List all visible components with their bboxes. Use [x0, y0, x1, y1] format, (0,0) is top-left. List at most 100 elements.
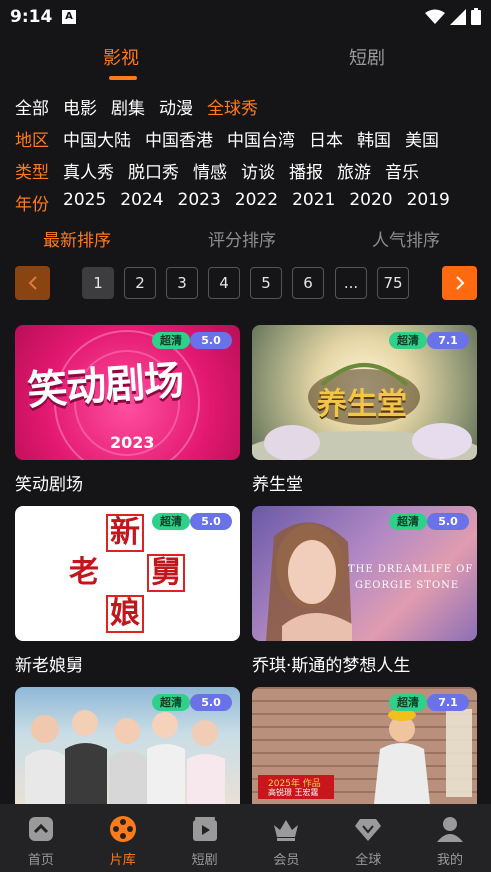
- filter-region-row: 地区 中国大陆 中国香港 中国台湾 日本 韩国 美国: [0, 126, 451, 156]
- user-icon: [437, 817, 464, 842]
- filter-category-all[interactable]: 全部: [15, 94, 49, 120]
- content-card[interactable]: 笑动剧场 2023 超清 5.0 笑动剧场: [15, 325, 240, 495]
- filter-region-option[interactable]: 日本: [309, 126, 343, 152]
- filter-year-row: 年份 2025 2024 2023 2022 2021 2020 2019: [0, 190, 451, 220]
- content-card[interactable]: 新 老 舅 娘 超清 5.0 新老娘舅: [15, 506, 240, 676]
- card-thumbnail[interactable]: 2025年 作品 高锐璟 王宏霆 超清 7.1: [252, 687, 477, 804]
- filter-year-option[interactable]: 2022: [235, 190, 278, 216]
- page-button-last[interactable]: 75: [377, 267, 409, 299]
- page-button[interactable]: 1: [82, 267, 114, 299]
- poster-char-2: 老: [69, 555, 99, 590]
- signal-icon: [450, 8, 466, 25]
- filter-type-option[interactable]: 音乐: [385, 158, 419, 184]
- card-thumbnail[interactable]: 超清 5.0: [15, 687, 240, 804]
- card-thumbnail[interactable]: 笑动剧场 2023 超清 5.0: [15, 325, 240, 460]
- sort-popularity[interactable]: 人气排序: [372, 226, 440, 251]
- quality-badge: 超清: [152, 694, 190, 711]
- filter-type-row: 类型 真人秀 脱口秀 情感 访谈 播报 旅游 音乐: [0, 158, 451, 188]
- filter-category-row: 全部 电影 剧集 动漫 全球秀: [0, 94, 451, 124]
- filter-category-global-show[interactable]: 全球秀: [207, 94, 258, 120]
- crown-icon: [274, 820, 299, 841]
- filter-year-option[interactable]: 2025: [63, 190, 106, 216]
- filter-region-option[interactable]: 韩国: [357, 126, 391, 152]
- filter-year-option[interactable]: 2024: [120, 190, 163, 216]
- chevron-left-icon: [28, 276, 37, 290]
- content-card[interactable]: THE DREAMLIFE OF GEORGIE STONE 超清 5.0 乔琪…: [252, 506, 477, 676]
- filter-category-series[interactable]: 剧集: [111, 94, 145, 120]
- play-clapper-icon: [192, 817, 217, 841]
- score-badge: 5.0: [190, 513, 232, 530]
- filter-type-option[interactable]: 真人秀: [63, 158, 114, 184]
- poster-char-3: 舅: [147, 554, 185, 592]
- poster-title-text: 笑动剧场: [25, 357, 185, 415]
- nav-global[interactable]: 全球: [327, 804, 409, 872]
- filter-type-option[interactable]: 播报: [289, 158, 323, 184]
- content-card[interactable]: 养生堂 超清 7.1 养生堂: [252, 325, 477, 495]
- filter-year-option[interactable]: 2021: [292, 190, 335, 216]
- nav-home[interactable]: 首页: [0, 804, 82, 872]
- page-ellipsis: ...: [335, 267, 367, 299]
- page-button[interactable]: 6: [292, 267, 324, 299]
- tab-short-drama[interactable]: 短剧: [349, 44, 385, 70]
- active-tab-indicator: [109, 76, 137, 80]
- filter-region-label: 地区: [15, 131, 49, 151]
- poster-char-1: 新: [106, 514, 144, 552]
- filter-type-option[interactable]: 旅游: [337, 158, 371, 184]
- sort-rating[interactable]: 评分排序: [208, 226, 276, 251]
- quality-badge: 超清: [152, 513, 190, 530]
- nav-short-drama[interactable]: 短剧: [164, 804, 246, 872]
- nav-vip[interactable]: 会员: [245, 804, 327, 872]
- score-badge: 5.0: [427, 513, 469, 530]
- quality-badge: 超清: [389, 513, 427, 530]
- next-page-button[interactable]: [442, 266, 477, 300]
- nav-label: 片库: [109, 853, 136, 868]
- card-title[interactable]: 乔琪·斯通的梦想人生: [252, 651, 410, 676]
- quality-badge: 超清: [389, 694, 427, 711]
- filter-type-option[interactable]: 脱口秀: [128, 158, 179, 184]
- filter-region-option[interactable]: 中国大陆: [63, 126, 131, 152]
- card-title[interactable]: 新老娘舅: [15, 651, 83, 676]
- filter-type-option[interactable]: 情感: [193, 158, 227, 184]
- nav-label: 全球: [355, 853, 382, 868]
- card-thumbnail[interactable]: 养生堂 超清 7.1: [252, 325, 477, 460]
- poster-stamp-subtext: 高锐璟 王宏霆: [268, 788, 319, 797]
- filter-region-option[interactable]: 中国香港: [145, 126, 213, 152]
- nav-profile[interactable]: 我的: [409, 804, 491, 872]
- battery-icon: [471, 8, 481, 25]
- sort-latest[interactable]: 最新排序: [43, 226, 111, 251]
- prev-page-button[interactable]: [15, 266, 50, 300]
- filter-category-anime[interactable]: 动漫: [159, 94, 193, 120]
- filter-region-option[interactable]: 中国台湾: [227, 126, 295, 152]
- nav-library[interactable]: 片库: [82, 804, 164, 872]
- quality-badge: 超清: [389, 332, 427, 349]
- card-thumbnail[interactable]: THE DREAMLIFE OF GEORGIE STONE 超清 5.0: [252, 506, 477, 641]
- filter-region-option[interactable]: 美国: [405, 126, 439, 152]
- nav-label: 短剧: [191, 853, 218, 868]
- filter-year-option[interactable]: 2020: [349, 190, 392, 216]
- filter-year-option[interactable]: 2023: [178, 190, 221, 216]
- filter-category-movie[interactable]: 电影: [63, 94, 97, 120]
- page-button[interactable]: 5: [250, 267, 282, 299]
- score-badge: 5.0: [190, 694, 232, 711]
- status-icons: [425, 8, 481, 25]
- score-badge: 5.0: [190, 332, 232, 349]
- filter-year-option[interactable]: 2019: [407, 190, 450, 216]
- poster-char-4: 娘: [106, 595, 144, 633]
- bottom-nav: 首页 片库 短剧 会员 全球 我的: [0, 804, 491, 872]
- poster-title-text: 养生堂: [317, 387, 407, 422]
- page-button[interactable]: 2: [124, 267, 156, 299]
- content-card[interactable]: 超清 5.0: [15, 687, 240, 804]
- card-title[interactable]: 笑动剧场: [15, 470, 83, 495]
- card-thumbnail[interactable]: 新 老 舅 娘 超清 5.0: [15, 506, 240, 641]
- card-title[interactable]: 养生堂: [252, 470, 303, 495]
- status-time: 9:14: [10, 7, 53, 27]
- filter-type-option[interactable]: 访谈: [241, 158, 275, 184]
- tab-movies-tv[interactable]: 影视: [103, 44, 139, 70]
- status-bar: 9:14 A: [0, 0, 491, 34]
- score-badge: 7.1: [427, 694, 469, 711]
- score-badge: 7.1: [427, 332, 469, 349]
- page-button[interactable]: 4: [208, 267, 240, 299]
- quality-badge: 超清: [152, 332, 190, 349]
- page-button[interactable]: 3: [166, 267, 198, 299]
- content-card[interactable]: 2025年 作品 高锐璟 王宏霆 超清 7.1: [252, 687, 477, 804]
